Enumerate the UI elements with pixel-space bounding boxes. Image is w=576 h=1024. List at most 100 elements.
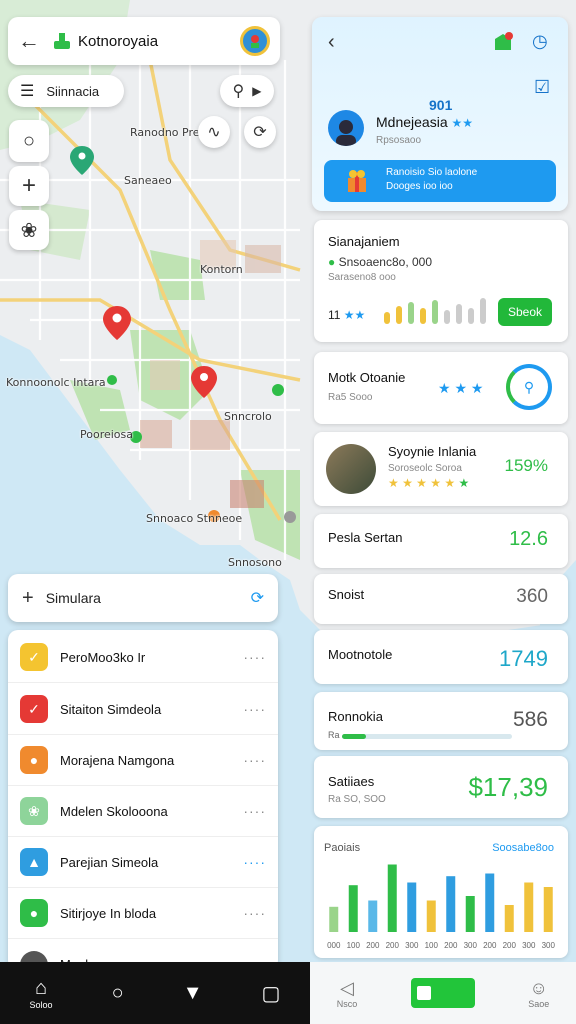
bar-chart-card: Paoiais Soosabe8oo 000 100 200 200 300 100 200… [314,826,568,958]
chart-bar [407,882,417,932]
stat-card-snoist[interactable]: Snoist 360 [314,574,568,624]
map-label: Snnoaco Stnneoe [146,512,243,525]
stat-photo [326,444,376,494]
chart-title: Paoiais [324,842,361,854]
list-item[interactable]: ✓ PeroMoo3ko Ir ···· [8,632,278,683]
more-icon[interactable]: ···· [243,854,266,870]
profile-avatar[interactable] [328,110,364,146]
star-icon: ★★ [451,116,474,130]
more-icon[interactable]: ···· [243,701,266,717]
plus-icon: + [21,172,36,199]
stat-label: Snoist [328,587,365,602]
refresh-icon[interactable]: ⟳ [251,588,264,608]
back-nav-button[interactable]: ▼ [183,982,203,1005]
app-title: Kotnoroyaia [78,32,159,50]
square-icon: ▢ [261,982,281,1005]
stat-card-satiiaes[interactable]: Satiiaes Ra SO, SOO $17,39 [314,756,568,818]
stat-sub: ● Snsoaenc8o, 000 [328,255,433,269]
mini-bar-chart [384,298,486,324]
flag-icon [54,33,70,49]
home-button[interactable]: ⌂ Soloo [30,977,53,1010]
map-label: Snncrolo [224,410,272,423]
map-label: Kontorn [200,263,243,276]
search-button[interactable]: ⚲ ▶ [220,75,274,107]
stat-action-button[interactable]: Sbeok [498,298,552,326]
chart-tick-label: 100 [425,941,439,950]
more-icon[interactable]: ···· [243,803,266,819]
chart-tick-label: 200 [483,941,497,950]
list-item[interactable]: ▲ Parejian Simeola ···· [8,837,278,888]
list-item-label: Morajena Namgona [60,752,175,768]
map-label: Saneaeo [124,174,172,187]
stat-label: Satiiaes [328,774,375,789]
stat-card-ronnokia[interactable]: Ronnokia Ra 586 [314,692,568,750]
search-bar[interactable]: ← Kotnoroyaia [8,17,280,65]
back-arrow-icon[interactable]: ← [18,28,44,54]
stat-card-sianajaniem[interactable]: Sianajaniem ● Snsoaenc8o, 000 Saraseno8 … [314,220,568,342]
chart-tick-label: 200 [386,941,400,950]
panel-code: 901 [429,97,453,113]
chart-legend: Soosabe8oo [492,842,554,854]
stat-card-mootnotole[interactable]: Mootnotole 1749 [314,630,568,684]
stat-card-syoynie[interactable]: Syoynie Inlania Soroseolc Soroa ★ ★ ★ ★ … [314,432,568,506]
more-icon[interactable]: ···· [243,905,266,921]
list-item[interactable]: ❀ Mdelen Skolooona ···· [8,786,278,837]
notification-icon[interactable] [492,31,513,53]
star-icon: ★ ★ ★ [438,380,484,396]
stat-sub-2: Saraseno8 ooo [328,272,396,283]
chart-tick-label: 300 [522,941,536,950]
list-item[interactable]: ● Sitirjoye In bloda ···· [8,888,278,939]
tab-label: Saoe [528,998,550,1009]
stat-label: Syoynie Inlania [388,444,477,459]
progress-prefix: Ra [328,730,340,740]
stat-label: Pesla Sertan [328,530,403,545]
layers-button[interactable]: ❀ [9,210,49,250]
more-icon[interactable]: ···· [243,752,266,768]
list-item[interactable]: ✓ Sitaiton Simdeola ···· [8,684,278,735]
hamburger-icon[interactable]: ☰ [20,81,34,101]
add-icon[interactable]: + [22,587,34,610]
stat-card-motk[interactable]: Motk Otoanie Ra5 Sooo ★ ★ ★ ⚲ [314,352,568,424]
list-item[interactable]: ● Morajena Namgona ···· [8,735,278,786]
chart-tick-label: 300 [405,941,419,950]
more-icon[interactable]: ···· [243,649,266,665]
circle-nav-button[interactable]: ○ [112,982,124,1005]
banner-line-2: Dooges ioo ioo [386,181,453,192]
menu-pill[interactable]: ☰ Siinnacia [8,75,124,107]
gift-icon [342,166,372,196]
triangle-down-icon: ▼ [182,981,203,1004]
recents-button[interactable]: ▢ [262,981,281,1006]
tab-active[interactable] [410,978,475,1008]
tab-label: Nsco [336,998,358,1009]
chart-tick-label: 200 [366,941,380,950]
route-icon: ∿ [207,124,221,141]
zoom-in-button[interactable]: + [9,166,49,206]
progress-fill [342,734,366,739]
timer-icon[interactable]: ◷ [532,31,548,52]
info-banner[interactable]: Ranoisio Sio laolone Dooges ioo ioo [324,160,556,202]
progress-track [342,734,512,739]
list-item-label: Sitirjoye In bloda [60,905,157,921]
item-list: ✓ PeroMoo3ko Ir ···· ✓ Sitaiton Simdeola… [8,630,278,970]
stat-label: Mootnotole [328,647,393,662]
chart-tick-label: 300 [542,941,556,950]
home-icon: ⌂ [34,976,48,999]
tab-navigate[interactable]: ◁ Nsco [337,978,358,1009]
stat-value: 12.6 [509,528,548,550]
chart-bar [504,905,514,932]
edit-icon[interactable]: ☑ [534,77,550,98]
location-button[interactable]: ○ [9,120,49,162]
chart-bar [446,876,456,932]
refresh-button[interactable]: ⟳ [244,116,276,148]
chevron-left-icon[interactable]: ‹ [328,31,335,54]
tab-profile[interactable]: ☺ Saoe [528,978,549,1009]
person-icon: ● [20,899,48,927]
chart-tick-label: 000 [327,941,341,950]
user-avatar[interactable] [240,26,270,56]
stat-value: 586 [512,708,548,731]
stat-card-pesla[interactable]: Pesla Sertan 12.6 [314,514,568,568]
chart-bar [426,900,436,932]
route-button[interactable]: ∿ [198,116,230,148]
progress-ring-icon: ⚲ [506,364,552,410]
list-header[interactable]: + Simulara ⟳ [8,574,278,622]
